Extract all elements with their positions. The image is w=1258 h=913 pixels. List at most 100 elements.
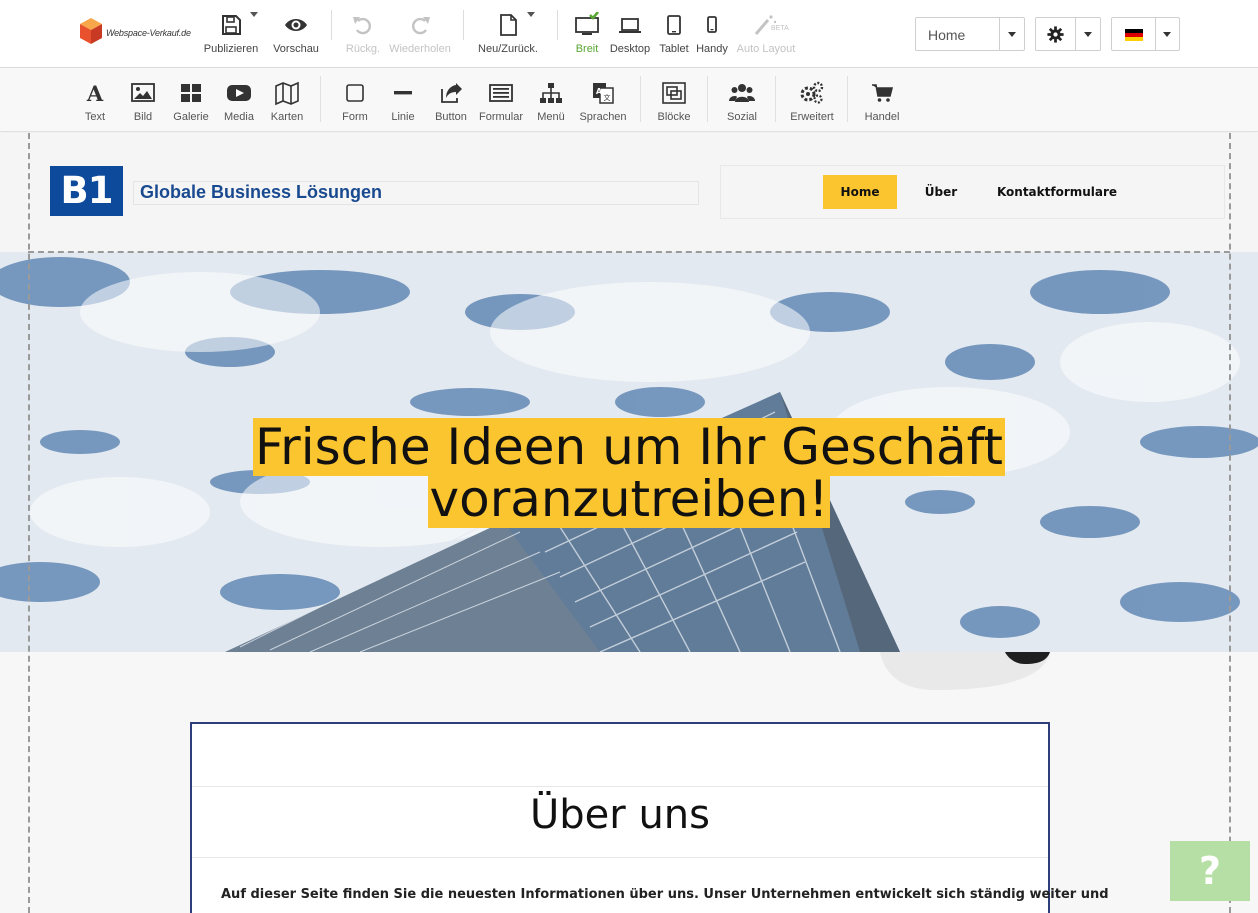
hero-headline-text-1[interactable]: Frische Ideen um Ihr Geschäft — [253, 418, 1005, 476]
view-mobile-button[interactable]: Handy — [694, 0, 730, 68]
gear-icon — [1047, 26, 1064, 43]
element-gallery-button[interactable]: Galerie — [168, 68, 214, 132]
eye-icon — [285, 19, 307, 31]
element-advanced-button[interactable]: Erweitert — [786, 68, 838, 132]
element-languages-button[interactable]: A 文 Sprachen — [576, 68, 630, 132]
element-image-button[interactable]: Bild — [122, 68, 164, 132]
about-text[interactable]: Auf dieser Seite finden Sie die neuesten… — [221, 887, 1109, 902]
text-icon: A — [86, 81, 104, 106]
svg-text:A: A — [86, 81, 104, 106]
element-social-label: Sozial — [727, 111, 757, 123]
hero-headline-text-2[interactable]: voranzutreiben! — [427, 470, 831, 528]
preview-button[interactable]: Vorschau — [268, 0, 324, 68]
view-mobile-label: Handy — [696, 43, 728, 55]
chevron-down-icon[interactable] — [1084, 32, 1092, 37]
site-title[interactable]: Globale Business Lösungen — [140, 182, 382, 203]
toolbar-divider — [320, 76, 321, 122]
chevron-down-icon[interactable] — [1163, 32, 1171, 37]
toolbar-divider — [557, 10, 558, 40]
toolbar-divider — [640, 76, 641, 122]
element-menu-label: Menü — [537, 111, 565, 123]
auto-layout-button[interactable]: BETA Auto Layout — [734, 0, 798, 68]
chevron-down-icon[interactable] — [527, 12, 535, 17]
nav-item-about[interactable]: Über — [915, 175, 967, 209]
element-line-label: Linie — [391, 111, 415, 123]
button-divider — [1075, 18, 1076, 50]
element-advanced-label: Erweitert — [790, 111, 834, 123]
element-image-label: Bild — [133, 111, 153, 123]
site-logo[interactable]: B1 — [50, 166, 123, 216]
toolbar-divider — [775, 76, 776, 122]
element-commerce-label: Handel — [864, 111, 900, 123]
element-shape-button[interactable]: Form — [334, 68, 376, 132]
chevron-down-icon[interactable] — [250, 12, 258, 17]
view-tablet-button[interactable]: Tablet — [656, 0, 692, 68]
element-blocks-button[interactable]: Blöcke — [652, 68, 696, 132]
button-divider — [1155, 18, 1156, 50]
element-commerce-button[interactable]: Handel — [860, 68, 904, 132]
blocks-icon — [662, 82, 686, 104]
app-logo[interactable]: Webspace-Verkauf.de — [78, 16, 198, 48]
hero-headline-line-1[interactable]: Frische Ideen um Ihr Geschäft — [0, 418, 1258, 476]
element-media-button[interactable]: Media — [218, 68, 260, 132]
element-menu-button[interactable]: Menü — [530, 68, 572, 132]
svg-text:A: A — [596, 87, 603, 96]
view-wide-label: Breit — [575, 43, 599, 55]
page-select[interactable]: Home — [915, 17, 1025, 51]
toolbar-divider — [847, 76, 848, 122]
toolbar-divider — [331, 10, 332, 40]
element-maps-button[interactable]: Karten — [266, 68, 308, 132]
element-button-button[interactable]: Button — [430, 68, 472, 132]
phone-image-fragment — [880, 652, 1050, 690]
site-nav[interactable] — [720, 165, 1225, 219]
chevron-down-icon[interactable] — [1008, 32, 1016, 37]
element-text-label: Text — [84, 111, 106, 123]
publish-label: Publizieren — [203, 43, 259, 55]
video-play-icon — [227, 85, 251, 101]
new-back-button[interactable]: Neu/Zurück. — [475, 0, 541, 68]
form-icon — [489, 84, 513, 102]
help-button[interactable]: ? — [1170, 841, 1250, 901]
sitemap-icon — [540, 83, 562, 103]
map-icon — [275, 81, 299, 106]
view-wide-button[interactable]: Breit — [568, 0, 606, 68]
editor-canvas[interactable]: B1 Globale Business Lösungen Home Über K… — [0, 133, 1258, 913]
element-social-button[interactable]: Sozial — [720, 68, 764, 132]
hero-section[interactable]: Frische Ideen um Ihr Geschäft voranzutre… — [0, 252, 1258, 652]
undo-button[interactable]: Rückg. — [340, 0, 386, 68]
about-section[interactable]: Über uns Auf dieser Seite finden Sie die… — [0, 652, 1258, 913]
element-form-button[interactable]: Formular — [476, 68, 526, 132]
view-desktop-label: Desktop — [609, 43, 651, 55]
redo-button[interactable]: Wiederholen — [388, 0, 452, 68]
monitor-icon — [575, 12, 599, 35]
element-blocks-label: Blöcke — [657, 111, 691, 123]
top-toolbar: Webspace-Verkauf.de Publizieren Vorschau… — [0, 0, 1258, 68]
share-icon — [441, 83, 462, 103]
translate-icon: A 文 — [593, 83, 614, 104]
element-form-label: Formular — [478, 111, 523, 123]
logo-text: Webspace-Verkauf.de — [106, 28, 191, 38]
layout-guide — [28, 251, 1230, 253]
hero-headline-line-2[interactable]: voranzutreiben! — [0, 470, 1258, 528]
view-desktop-button[interactable]: Desktop — [608, 0, 652, 68]
page-select-value: Home — [928, 27, 966, 43]
beta-badge: BETA — [771, 25, 789, 32]
about-box[interactable]: Über uns Auf dieser Seite finden Sie die… — [190, 722, 1109, 913]
element-line-button[interactable]: Linie — [382, 68, 424, 132]
settings-button[interactable] — [1035, 17, 1101, 51]
toolbar-divider — [707, 76, 708, 122]
layout-guide — [1229, 133, 1231, 913]
about-title[interactable]: Über uns — [192, 792, 1048, 838]
nav-item-home[interactable]: Home — [823, 175, 897, 209]
site-header[interactable]: B1 Globale Business Lösungen Home Über K… — [0, 133, 1258, 252]
language-button[interactable] — [1111, 17, 1180, 51]
logo-cube-icon — [80, 18, 102, 44]
element-gallery-label: Galerie — [173, 111, 209, 123]
publish-button[interactable]: Publizieren — [200, 0, 262, 68]
preview-label: Vorschau — [273, 43, 319, 55]
shopping-cart-icon — [872, 84, 894, 102]
element-languages-label: Sprachen — [579, 111, 627, 123]
nav-item-contact[interactable]: Kontaktformulare — [995, 175, 1119, 209]
element-text-button[interactable]: A Text — [74, 68, 116, 132]
save-icon — [222, 15, 241, 35]
